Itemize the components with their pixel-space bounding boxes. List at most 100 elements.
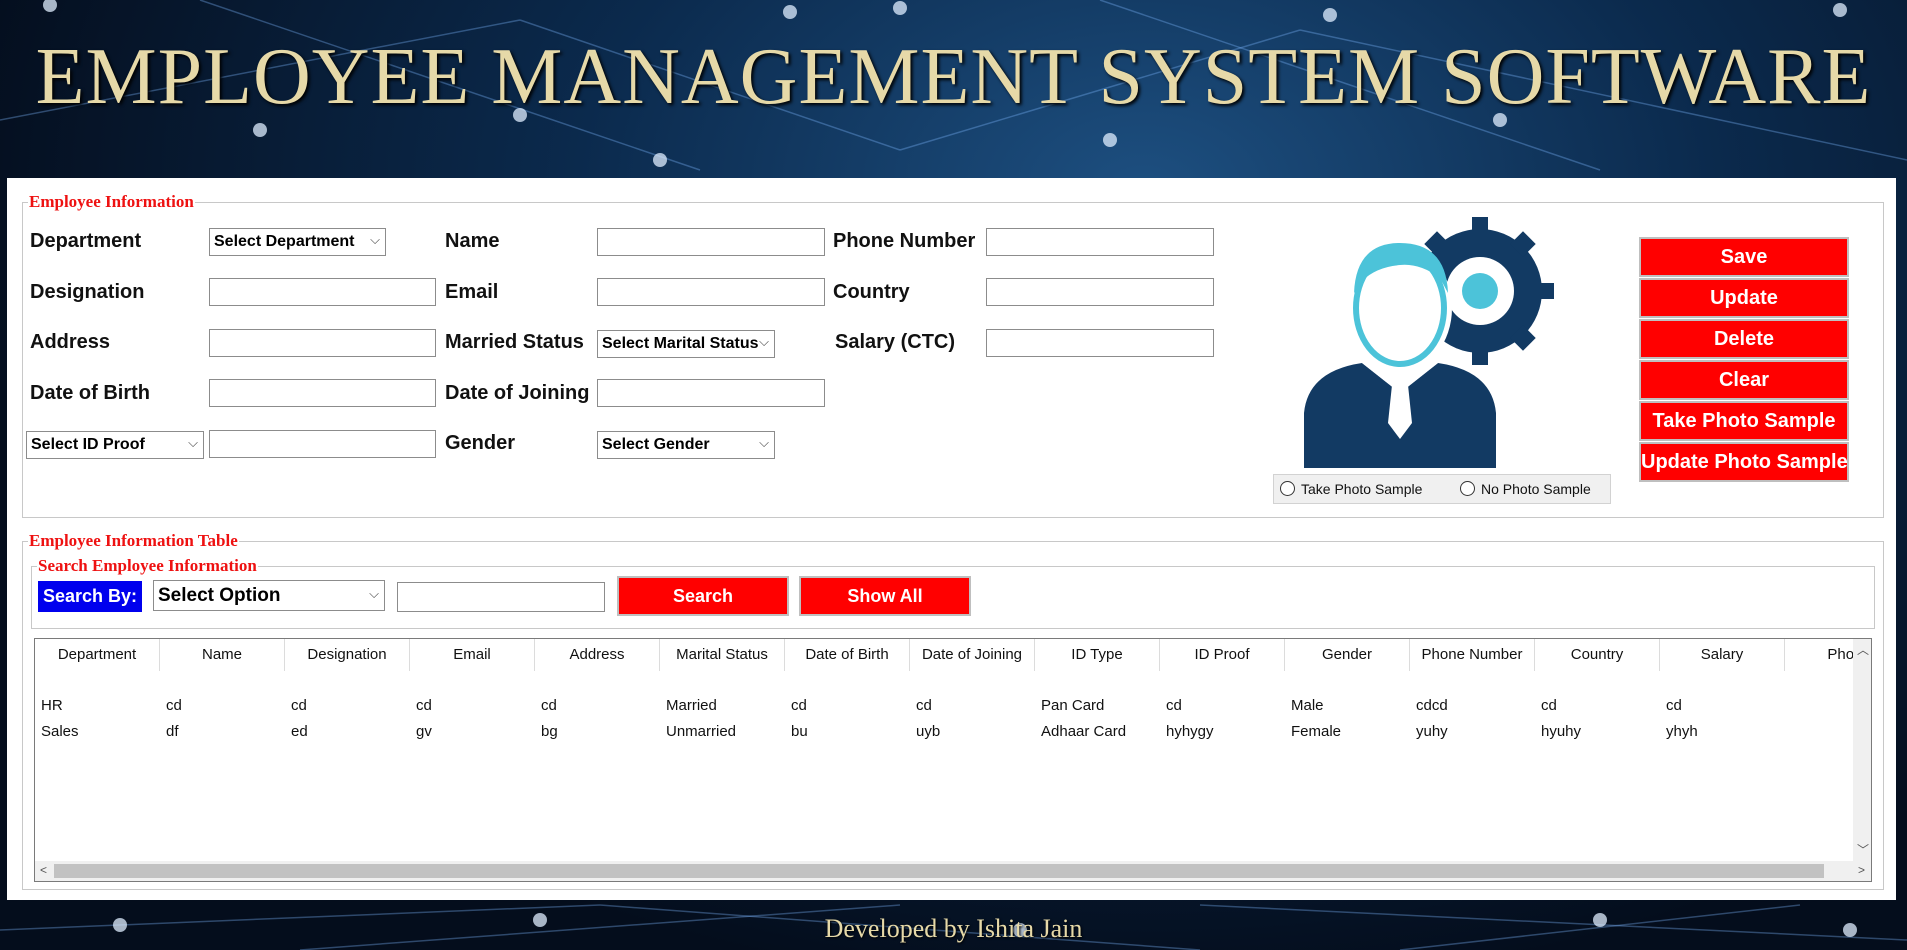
horizontal-scroll-thumb[interactable] [54,864,1824,878]
table-cell: Sales [41,723,79,740]
id-proof-input[interactable] [209,430,436,458]
table-cell: gv [416,723,432,740]
search-option-combobox[interactable]: Select Option ⌵ [153,580,385,611]
address-input[interactable] [209,329,436,357]
scroll-up-icon[interactable]: ︿ [1857,641,1869,658]
gender-label: Gender [445,432,516,454]
married-status-label: Married Status [445,331,584,353]
table-cell: cd [1166,697,1182,714]
column-header[interactable]: Country [1535,639,1660,671]
take-photo-sample-radio[interactable]: Take Photo Sample [1280,481,1422,497]
name-input[interactable] [597,228,825,256]
email-input[interactable] [597,278,825,306]
column-header[interactable]: Date of Birth [785,639,910,671]
radio-circle-icon [1280,481,1295,496]
department-label: Department [30,230,142,252]
table-cell: HR [41,697,63,714]
table-cell: cd [1666,697,1682,714]
table-cell: cd [791,697,807,714]
id-proof-type-combobox[interactable]: Select ID Proof ⌵ [26,431,204,459]
phone-number-input[interactable] [986,228,1214,256]
update-button[interactable]: Update [1639,278,1849,318]
scroll-down-icon[interactable]: ﹀ [1857,841,1869,858]
developer-credit: Developed by Ishita Jain [824,914,1083,943]
column-header[interactable]: Date of Joining [910,639,1035,671]
scroll-right-icon[interactable]: > [1858,863,1865,877]
column-header[interactable]: Email [410,639,535,671]
show-all-button[interactable]: Show All [799,576,971,616]
horizontal-scrollbar[interactable]: < > [35,861,1871,881]
table-cell: df [166,723,179,740]
employee-table: Department Name Designation Email Address Mar… [34,638,1872,882]
date-of-birth-label: Date of Birth [30,382,150,404]
column-header[interactable]: Salary [1660,639,1785,671]
date-of-joining-label: Date of Joining [445,382,590,404]
name-label: Name [445,230,500,252]
column-header[interactable]: ID Proof [1160,639,1285,671]
take-photo-sample-button[interactable]: Take Photo Sample [1639,401,1849,441]
column-header[interactable]: Department [35,639,160,671]
table-cell: cdcd [1416,697,1448,714]
save-button[interactable]: Save [1639,237,1849,277]
column-header[interactable]: ID Type [1035,639,1160,671]
no-photo-sample-radio[interactable]: No Photo Sample [1460,481,1591,497]
column-header[interactable]: Phone Number [1410,639,1535,671]
table-cell: Female [1291,723,1342,740]
table-cell: Male [1291,697,1324,714]
clear-button[interactable]: Clear [1639,360,1849,400]
table-cell: ed [291,723,308,740]
table-cell: hyhygy [1166,723,1214,740]
table-cell: uyb [916,723,941,740]
table-cell: Pan Card [1041,697,1105,714]
table-cell: cd [291,697,307,714]
country-input[interactable] [986,278,1214,306]
column-header[interactable]: Name [160,639,285,671]
search-button[interactable]: Search [617,576,789,616]
search-value-input[interactable] [397,582,605,612]
table-cell: Adhaar Card [1041,723,1127,740]
table-cell: hyuhy [1541,723,1582,740]
vertical-scrollbar[interactable]: ︿ ﹀ [1853,639,1871,861]
designation-input[interactable] [209,278,436,306]
app-title: EMPLOYEE MANAGEMENT SYSTEM SOFTWARE [35,33,1872,121]
photo-sample-radio-group: Take Photo Sample No Photo Sample [1273,474,1611,504]
department-combobox[interactable]: Select Department ⌵ [209,228,386,256]
search-by-label: Search By: [38,581,142,612]
table-cell: bu [791,723,808,740]
salary-label: Salary (CTC) [835,331,956,353]
table-cell: cd [541,697,557,714]
radio-circle-icon [1460,481,1475,496]
table-cell: Married [666,697,717,714]
search-employee-information-legend: Search Employee Information [38,556,257,575]
date-of-birth-input[interactable] [209,379,436,407]
designation-label: Designation [30,281,145,303]
column-header[interactable]: Marital Status [660,639,785,671]
scroll-left-icon[interactable]: < [40,863,47,877]
employee-information-table-legend: Employee Information Table [29,531,238,550]
salary-input[interactable] [986,329,1214,357]
chevron-down-icon: ⌵ [759,334,769,349]
table-cell: cd [166,697,182,714]
phone-number-label: Phone Number [833,230,976,252]
marital-status-combobox[interactable]: Select Marital Status ⌵ [597,330,775,358]
table-cell: cd [916,697,932,714]
table-cell: bg [541,723,558,740]
gender-combobox[interactable]: Select Gender ⌵ [597,431,775,459]
chevron-down-icon: ⌵ [188,435,198,450]
table-cell: Unmarried [666,723,737,740]
address-label: Address [30,331,111,353]
date-of-joining-input[interactable] [597,379,825,407]
table-cell: yuhy [1416,723,1448,740]
chevron-down-icon: ⌵ [759,435,769,450]
chevron-down-icon: ⌵ [369,586,379,601]
chevron-down-icon: ⌵ [370,232,380,247]
employee-avatar-icon [1300,213,1560,471]
column-header[interactable]: Address [535,639,660,671]
employee-information-legend: Employee Information [29,192,194,211]
update-photo-sample-button[interactable]: Update Photo Sample [1639,442,1849,482]
table-cell: cd [1541,697,1557,714]
delete-button[interactable]: Delete [1639,319,1849,359]
column-header[interactable]: Designation [285,639,410,671]
column-header[interactable]: Gender [1285,639,1410,671]
email-label: Email [445,281,499,303]
